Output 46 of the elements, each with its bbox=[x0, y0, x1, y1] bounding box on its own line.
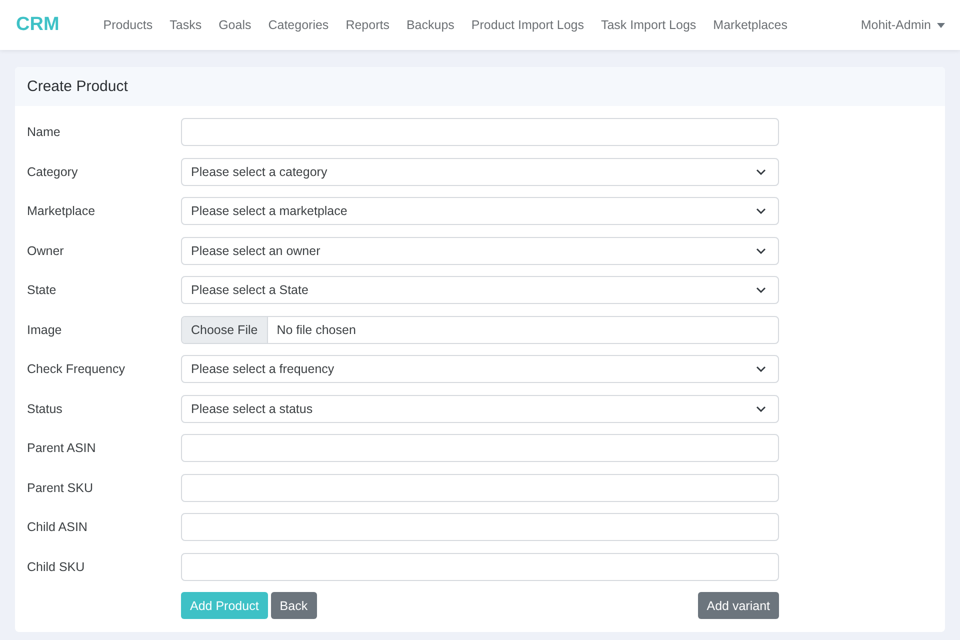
nav-link[interactable]: Task Import Logs bbox=[600, 18, 696, 32]
field-label: Parent ASIN bbox=[27, 441, 97, 455]
add-variant-button[interactable]: Add variant bbox=[698, 592, 779, 619]
caret-icon bbox=[937, 22, 945, 28]
select-field[interactable]: Please select a marketplace bbox=[181, 197, 779, 225]
nav-link[interactable]: Reports bbox=[346, 18, 390, 32]
input-field[interactable] bbox=[181, 513, 779, 541]
select-field[interactable]: Please select an owner bbox=[181, 236, 779, 264]
chevron-down-icon bbox=[756, 366, 766, 372]
form-button[interactable]: Back bbox=[270, 592, 317, 619]
nav-link[interactable]: Product Import Logs bbox=[471, 18, 584, 32]
field-label: Check Frequency bbox=[27, 362, 126, 376]
field-label: Child ASIN bbox=[27, 520, 88, 534]
chevron-down-icon bbox=[756, 248, 766, 254]
nav-link[interactable]: Backups bbox=[406, 18, 454, 32]
chevron-down-icon bbox=[756, 208, 766, 214]
input-field[interactable] bbox=[181, 434, 779, 462]
select-field[interactable]: Please select a frequency bbox=[181, 355, 779, 383]
chevron-down-icon bbox=[756, 406, 766, 412]
field-label: Marketplace bbox=[27, 204, 96, 218]
nav-link[interactable]: Goals bbox=[218, 18, 252, 32]
nav-link[interactable]: Marketplaces bbox=[713, 18, 788, 32]
input-field[interactable] bbox=[181, 118, 779, 146]
chevron-down-icon bbox=[756, 168, 766, 174]
input-field[interactable] bbox=[181, 474, 779, 502]
select-field[interactable]: Please select a status bbox=[181, 394, 779, 422]
field-label: State bbox=[27, 283, 58, 297]
field-label: Child SKU bbox=[27, 560, 86, 574]
field-label: Name bbox=[27, 125, 62, 139]
card-title: Create Product bbox=[27, 78, 128, 95]
input-field[interactable] bbox=[181, 552, 779, 580]
chevron-down-icon bbox=[756, 287, 766, 293]
field-label: Owner bbox=[27, 244, 65, 258]
field-label: Parent SKU bbox=[27, 480, 94, 494]
select-field[interactable]: Please select a category bbox=[181, 158, 779, 186]
field-label: Image bbox=[27, 322, 63, 336]
nav-link[interactable]: Categories bbox=[268, 18, 329, 32]
file-field[interactable]: Choose File No file chosen bbox=[181, 316, 779, 344]
file-name: No file chosen bbox=[276, 322, 356, 336]
select-field[interactable]: Please select a State bbox=[181, 276, 779, 304]
user-menu[interactable]: Mohit-Admin bbox=[860, 18, 945, 32]
field-label: Status bbox=[27, 402, 64, 416]
nav-link[interactable]: Products bbox=[103, 18, 153, 32]
field-label: Category bbox=[27, 164, 79, 178]
choose-file-button[interactable]: Choose File bbox=[182, 316, 268, 342]
nav-link[interactable]: Tasks bbox=[170, 18, 202, 32]
